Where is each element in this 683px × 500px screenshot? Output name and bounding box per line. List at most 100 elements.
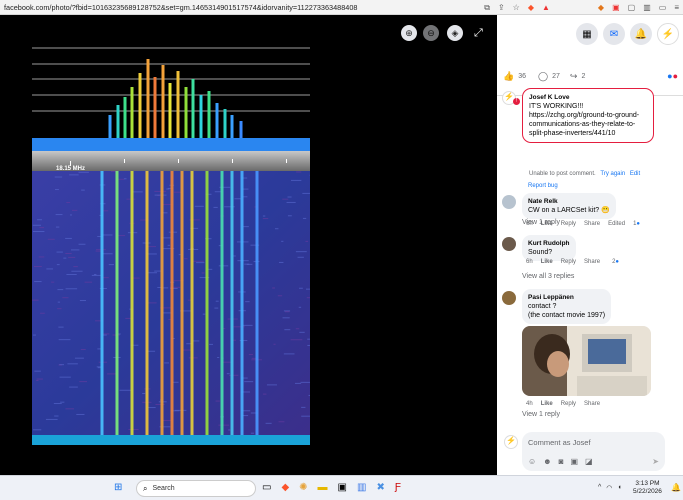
avatar[interactable] — [502, 237, 516, 251]
extension-icon[interactable]: ▢ — [628, 3, 636, 12]
wifi-icon[interactable]: ◠ — [606, 484, 612, 492]
composer-tools: ☺ ☻ ◙ ▣ ◪ — [528, 457, 593, 466]
brave-rewards-icon[interactable]: ▲ — [542, 3, 550, 12]
app-icon[interactable]: ▥ — [357, 482, 366, 493]
comment-actions: 4h Like Reply Share — [526, 401, 600, 407]
search-label: Search — [152, 485, 175, 492]
sticker-icon[interactable]: ◪ — [585, 457, 593, 466]
fullscreen-icon[interactable]: ⤢ — [474, 27, 483, 40]
comment-item: ⚡ ! Josef K Love IT'S WORKING!!! https:/… — [502, 88, 678, 178]
volume-icon[interactable]: ◖ — [617, 484, 621, 492]
file-explorer-icon[interactable]: ▬ — [318, 482, 328, 493]
share-icon[interactable]: ↪ — [570, 71, 578, 82]
avatar[interactable]: ⚡ — [657, 23, 679, 45]
comment-input[interactable]: Comment as Josef — [528, 438, 591, 447]
grin-emoji-icon: 😬 — [601, 207, 610, 214]
notifications-icon[interactable]: 🔔 — [630, 23, 652, 45]
emoji-icon[interactable]: ☻ — [543, 457, 551, 466]
comment-icon[interactable]: ◯ — [538, 71, 548, 82]
reaction-count[interactable]: 1● — [633, 221, 640, 227]
comment-count: 27 — [552, 72, 560, 80]
messenger-icon[interactable]: ✉ — [603, 23, 625, 45]
comment-item: Kurt Rudolph Sound? 6h Like Reply Share … — [502, 235, 678, 295]
star-icon[interactable]: ☆ — [513, 3, 520, 12]
url-field[interactable]: facebook.com/photo/?fbid=101632356891287… — [0, 3, 420, 12]
avatar: ⚡ — [504, 435, 518, 449]
share-link[interactable]: Share — [584, 259, 600, 265]
like-link[interactable]: Like — [541, 401, 553, 407]
avatar[interactable] — [502, 291, 516, 305]
zoom-in-icon[interactable]: ⊕ — [401, 25, 417, 41]
search-icon: ⌕ — [143, 483, 148, 493]
browser-address-bar: facebook.com/photo/?fbid=101632356891287… — [0, 0, 683, 15]
chevron-up-icon[interactable]: ^ — [598, 484, 601, 492]
like-icon[interactable]: 👍 — [503, 71, 514, 82]
comment-text: IT'S WORKING!!! https://zchg.org/t/groun… — [529, 103, 640, 137]
edited-label[interactable]: Edited — [608, 221, 625, 227]
comment-text: contact ? — [528, 303, 557, 310]
start-icon[interactable]: ⊞ — [114, 482, 122, 493]
tag-icon[interactable]: ◈ — [447, 25, 463, 41]
brave-icon[interactable]: ◆ — [281, 482, 289, 493]
app-icon[interactable]: ✖ — [376, 482, 384, 493]
extension-icon[interactable]: ▣ — [612, 3, 620, 12]
reaction-count[interactable]: 2● — [612, 259, 619, 265]
filezilla-icon[interactable]: Ƒ — [395, 482, 401, 493]
comment-bubble: Pasi Leppänen contact ? (the contact mov… — [522, 289, 612, 324]
comment-time[interactable]: 6h — [526, 259, 533, 265]
header-icons: ▦ ✉ 🔔 ⚡ — [576, 23, 679, 45]
menu-grid-icon[interactable]: ▦ — [576, 23, 598, 45]
comment-author[interactable]: Josef K Love — [529, 93, 647, 102]
menu-icon[interactable]: ≡ — [674, 3, 679, 12]
task-view-icon[interactable]: ▭ — [262, 482, 271, 493]
zoom-out-icon[interactable]: ⊖ — [423, 25, 439, 41]
share-link[interactable]: Share — [584, 401, 600, 407]
clock[interactable]: 3:13 PM 5/22/2026 — [633, 480, 662, 496]
avatar[interactable] — [502, 195, 516, 209]
comment-composer[interactable]: Comment as Josef ☺ ☻ ◙ ▣ ◪ ➤ — [522, 432, 665, 471]
error-icon: ! — [513, 98, 520, 105]
taskbar: ⊞ ⌕ Search ▭ ◆ ✺ ▬ ▣ ▥ ✖ Ƒ ^ ◠ ◖ 3:13 PM… — [0, 475, 683, 500]
try-again-link[interactable]: Try again — [600, 171, 625, 177]
metamask-icon[interactable]: ◆ — [598, 3, 604, 12]
view-replies-link[interactable]: View all 3 replies — [522, 273, 574, 280]
share-link[interactable]: Share — [584, 221, 600, 227]
view-replies-link[interactable]: View 1 reply — [522, 219, 560, 226]
brave-shield-icon[interactable]: ◆ — [528, 3, 534, 12]
reply-link[interactable]: Reply — [561, 401, 576, 407]
browser-toolbar-icons: ⧉ ⇪ ☆ ◆ ▲ ◆ ▣ ▢ ▥ ▭ ≡ — [484, 0, 683, 15]
send-icon[interactable]: ➤ — [652, 457, 659, 466]
reply-link[interactable]: Reply — [561, 259, 576, 265]
comments-sidebar: ▦ ✉ 🔔 ⚡ 👍 36 ◯ 27 ↪ 2 ●● ⚡ ! Josef K Lov… — [497, 15, 683, 475]
terminal-icon[interactable]: ▣ — [338, 482, 347, 493]
reply-link[interactable]: Reply — [561, 221, 576, 227]
gif-icon[interactable]: ▣ — [570, 457, 578, 466]
comment-bubble: Kurt Rudolph Sound? — [522, 235, 576, 261]
comment-author[interactable]: Nate Relk — [528, 197, 610, 206]
notification-bell-icon[interactable]: 🔔 — [671, 483, 681, 492]
reaction-icons[interactable]: ●● — [667, 71, 678, 81]
comment-author[interactable]: Kurt Rudolph — [528, 239, 570, 248]
wallet-icon[interactable]: ▭ — [659, 3, 667, 12]
taskbar-search[interactable]: ⌕ Search — [136, 480, 256, 497]
like-link[interactable]: Like — [541, 259, 553, 265]
sidebar-icon[interactable]: ▥ — [643, 3, 651, 12]
system-tray: ^ ◠ ◖ — [598, 484, 622, 492]
attached-gif[interactable] — [522, 326, 651, 396]
post-stats: 👍 36 ◯ 27 ↪ 2 ●● — [503, 70, 678, 82]
avatar-sticker-icon[interactable]: ☺ — [528, 457, 536, 466]
view-replies-link[interactable]: View 1 reply — [522, 411, 560, 418]
translate-icon[interactable]: ⧉ — [484, 3, 490, 13]
comment-time[interactable]: 4h — [526, 401, 533, 407]
camera-icon[interactable]: ◙ — [559, 457, 564, 466]
comment-text: Sound? — [528, 249, 553, 256]
like-reaction-icon: ● — [636, 221, 641, 227]
spectrum-waterfall-image: 18.15 MHz — [32, 25, 310, 445]
edit-link[interactable]: Edit — [630, 171, 640, 177]
share-icon[interactable]: ⇪ — [498, 3, 505, 12]
app-icon[interactable]: ✺ — [299, 482, 307, 493]
comment-author[interactable]: Pasi Leppänen — [528, 293, 605, 302]
like-count: 36 — [518, 72, 527, 80]
comment-actions: 6h Like Reply Share 2● — [526, 259, 619, 265]
report-bug-link[interactable]: Report bug — [528, 183, 558, 189]
